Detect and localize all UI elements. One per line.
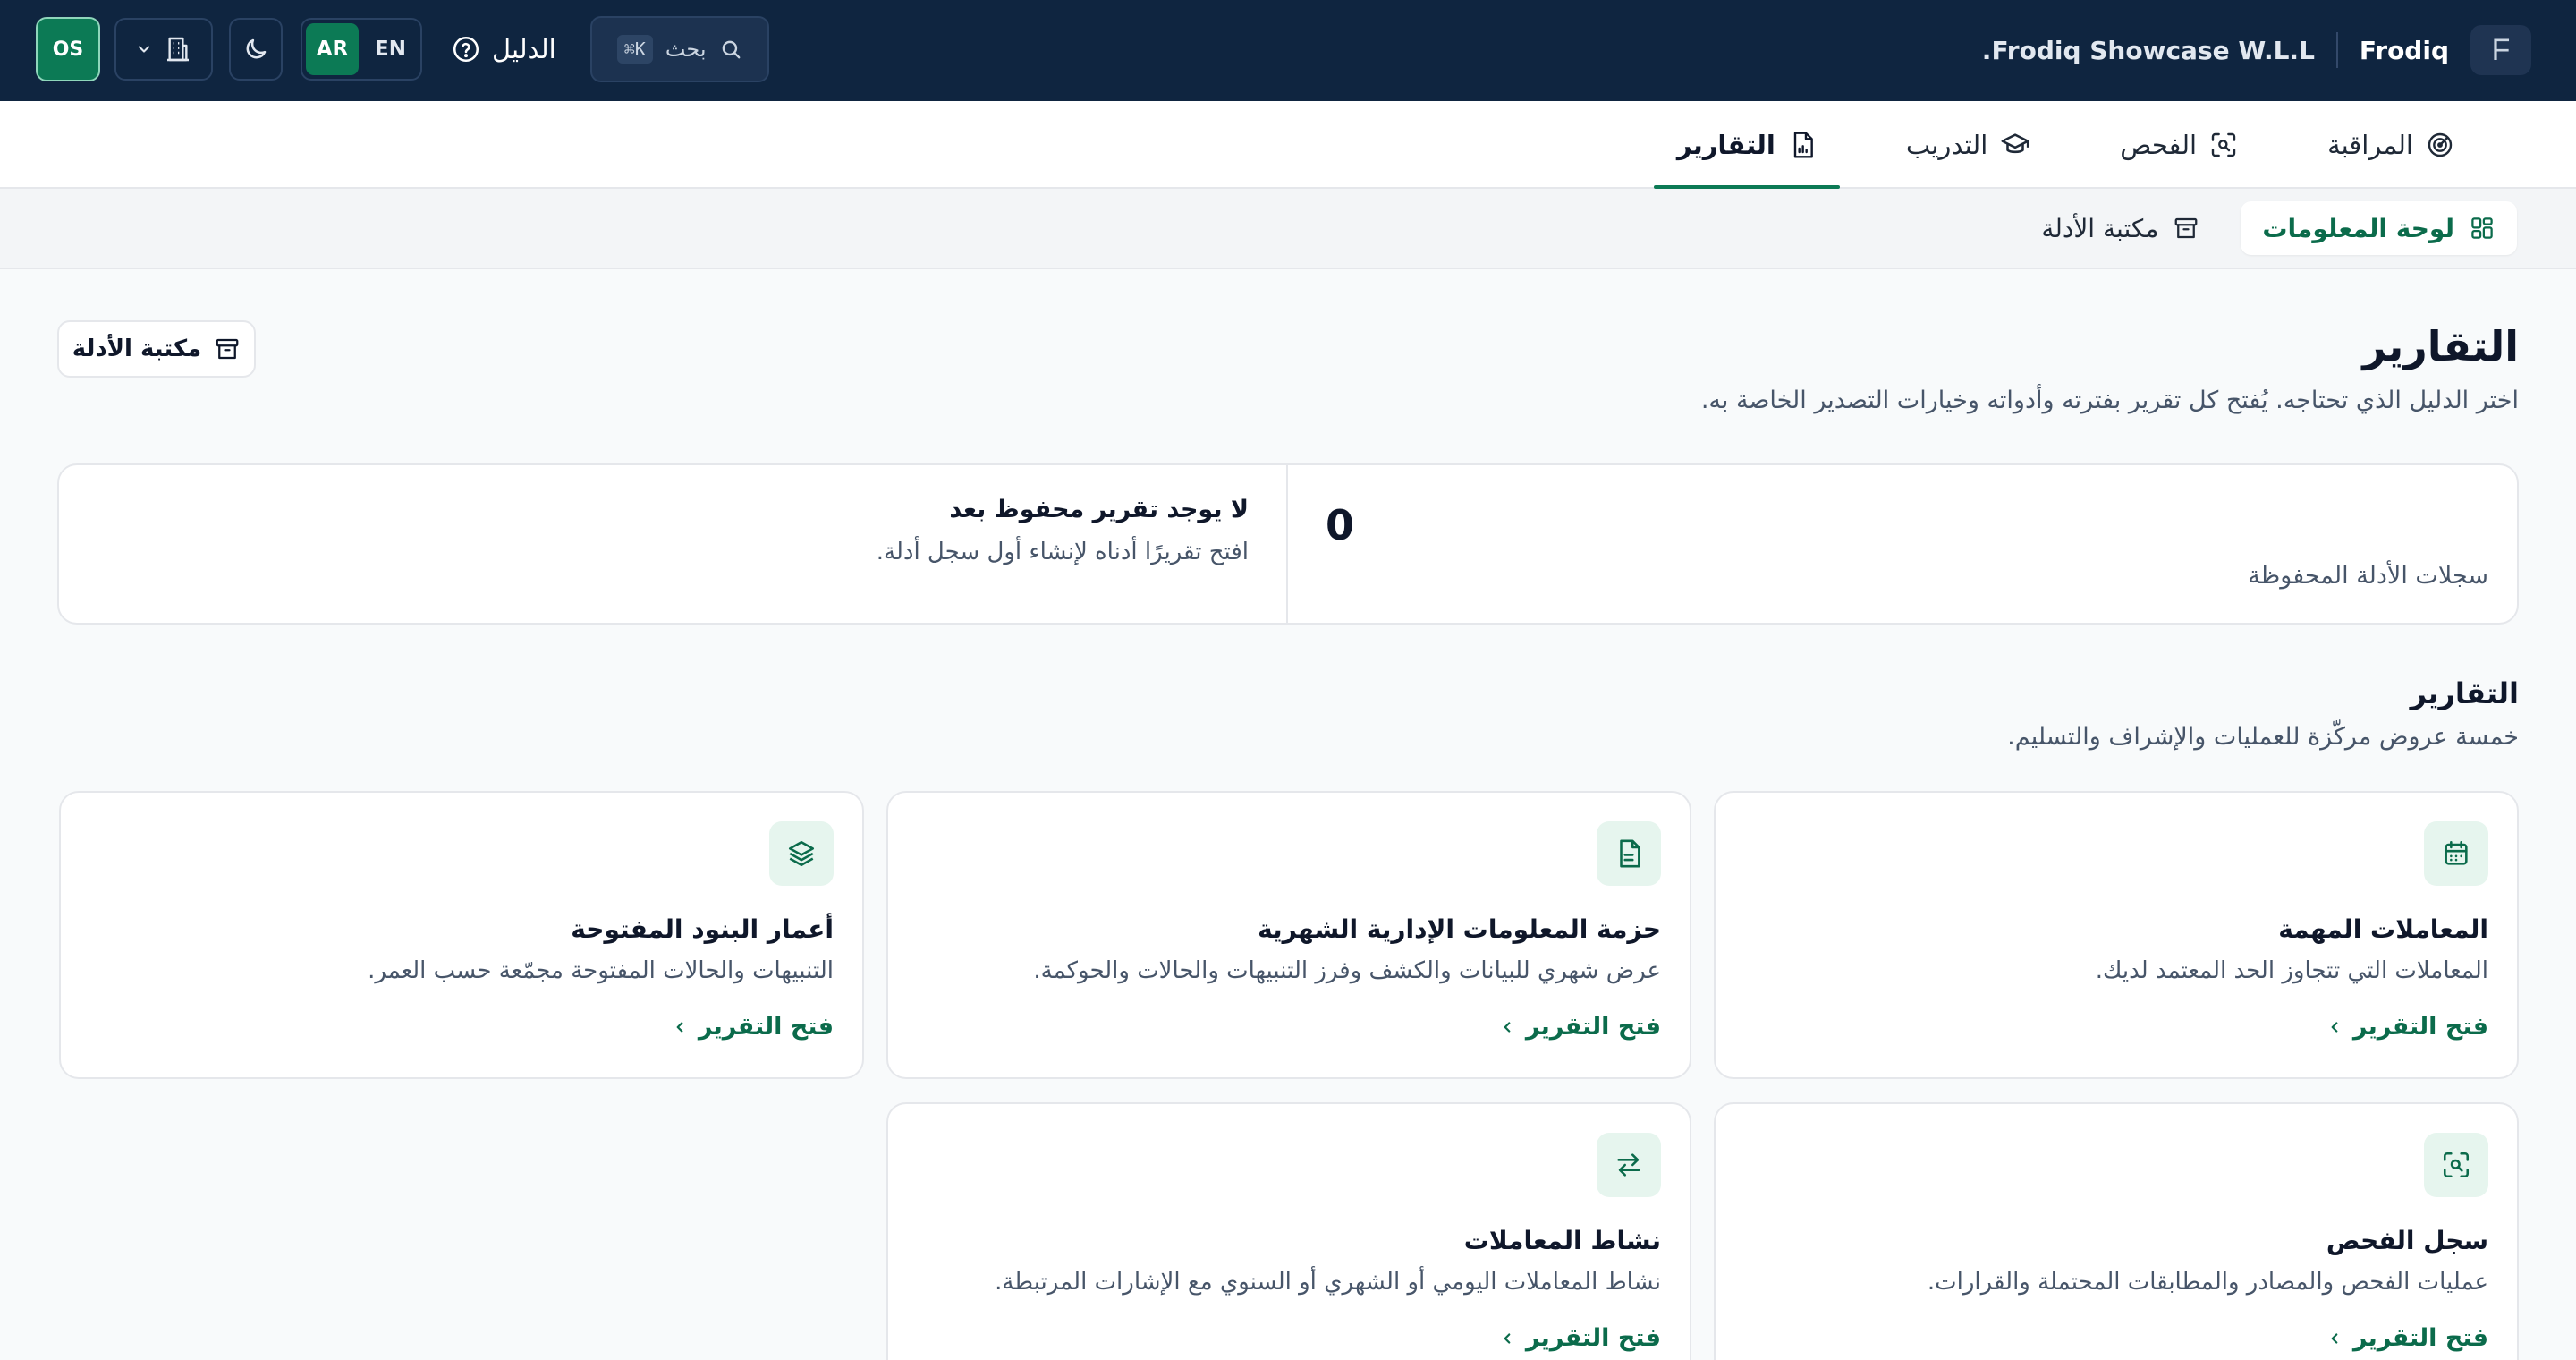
radar-icon [2426,131,2454,159]
language-switcher: AR EN [301,18,422,81]
organization-switcher[interactable] [114,18,213,81]
reports-section-title: التقارير [2410,676,2519,710]
archive-icon [2173,215,2199,242]
report-card-description: عمليات الفحص والمصادر والمطابقات المحتمل… [1927,1269,2488,1296]
search-icon [719,38,742,61]
subnav-label: مكتبة الأدلة [2041,213,2159,243]
company-name[interactable]: Frodiq Showcase W.L.L. [1982,36,2315,65]
building-icon [164,35,192,64]
tab-reports[interactable]: التقارير [1653,101,1840,189]
report-card-description: عرض شهري للبيانات والكشف وفرز التنبيهات … [1033,957,1661,984]
primary-tabs-bar: المراقبة الفحص التدريب التقارير [0,101,2576,189]
theme-toggle-button[interactable] [229,18,283,81]
subnav-items: لوحة المعلومات مكتبة الأدلة [2020,201,2517,255]
lang-ar-button[interactable]: AR [306,23,359,75]
search-button[interactable]: ⌘K بحث [589,16,769,82]
subnav-dashboard[interactable]: لوحة المعلومات [2241,201,2517,255]
report-card-title: نشاط المعاملات [1463,1226,1661,1255]
scan-icon [2209,131,2238,159]
report-card-description: نشاط المعاملات اليومي أو الشهري أو السنو… [995,1269,1661,1296]
open-report-link[interactable]: فتح التقرير [2326,1013,2488,1041]
open-report-link[interactable]: فتح التقرير [1499,1013,1661,1041]
saved-records-stat: 0 سجلات الأدلة المحفوظة [1286,465,2517,623]
moon-icon [242,36,269,63]
report-card-description: التنبيهات والحالات المفتوحة مجمّعة حسب ا… [368,957,834,984]
tab-screening[interactable]: الفحص [2097,101,2261,189]
tab-label: التقارير [1676,130,1775,160]
evidence-library-label: مكتبة الأدلة [72,336,202,362]
chevron-left-icon [2326,1019,2343,1035]
tab-label: التدريب [1905,130,1988,160]
brand-name: Frodiq [2359,35,2449,65]
open-report-label: فتح التقرير [2352,1324,2488,1352]
tab-label: المراقبة [2327,130,2413,160]
guide-label: الدليل [492,34,556,64]
saved-records-count: 0 [1325,501,1354,549]
document-icon [1597,821,1661,886]
chevron-down-icon [135,40,153,58]
saved-records-label: سجلات الأدلة المحفوظة [2248,562,2488,590]
report-file-icon [1788,131,1817,159]
transfer-arrows-icon [1597,1133,1661,1197]
page-subtitle: اختر الدليل الذي تحتاجه. يُفتح كل تقرير … [1700,387,2519,414]
report-card-title: المعاملات المهمة [2278,914,2488,944]
sub-navigation: لوحة المعلومات مكتبة الأدلة [0,189,2576,269]
guide-link[interactable]: الدليل [451,34,556,64]
page-title: التقارير [2362,322,2519,370]
report-card-transaction-activity[interactable]: نشاط المعاملات نشاط المعاملات اليومي أو … [886,1102,1691,1360]
open-report-label: فتح التقرير [1525,1324,1661,1352]
evidence-library-button[interactable]: مكتبة الأدلة [57,320,256,378]
chevron-left-icon [2326,1330,2343,1347]
chevron-left-icon [672,1019,688,1035]
scan-icon [2424,1133,2488,1197]
tab-training[interactable]: التدريب [1883,101,2054,189]
report-card-title: سجل الفحص [2326,1226,2488,1255]
reports-section-subtitle: خمسة عروض مركّزة للعمليات والإشراف والتس… [2007,723,2519,751]
topbar-tools: OS AR EN الدليل ⌘K بحث [36,16,769,82]
help-circle-icon [451,34,481,64]
report-card-title: حزمة المعلومات الإدارية الشهرية [1258,914,1661,944]
tab-label: الفحص [2120,130,2198,160]
layers-icon [769,821,834,886]
user-avatar-button[interactable]: OS [36,17,100,81]
primary-tabs: المراقبة الفحص التدريب التقارير [1611,101,2478,189]
brand-divider [2335,32,2338,68]
open-report-label: فتح التقرير [698,1013,834,1041]
report-card-screening-log[interactable]: سجل الفحص عمليات الفحص والمصادر والمطابق… [1714,1102,2519,1360]
search-shortcut: ⌘K [616,35,653,64]
subnav-evidence-library[interactable]: مكتبة الأدلة [2020,201,2221,255]
report-card-open-items-ageing[interactable]: أعمار البنود المفتوحة التنبيهات والحالات… [59,791,864,1079]
open-report-link[interactable]: فتح التقرير [672,1013,834,1041]
tab-monitoring[interactable]: المراقبة [2304,101,2478,189]
dashboard-grid-icon [2469,215,2496,242]
open-report-link[interactable]: فتح التقرير [2326,1324,2488,1352]
report-card-material-transactions[interactable]: المعاملات المهمة المعاملات التي تتجاوز ا… [1714,791,2519,1079]
chevron-left-icon [1499,1019,1515,1035]
graduation-cap-icon [2000,130,2030,160]
calendar-icon [2424,821,2488,886]
search-placeholder: بحث [665,37,707,62]
lang-en-button[interactable]: EN [364,23,417,75]
report-card-title: أعمار البنود المفتوحة [571,914,834,944]
empty-state-description: افتح تقريرًا أدناه لإنشاء أول سجل أدلة. [876,539,1249,565]
archive-icon [214,336,241,362]
top-bar: F Frodiq Frodiq Showcase W.L.L. OS AR EN [0,0,2576,101]
empty-state-title: لا يوجد تقرير محفوظ بعد [949,496,1249,523]
subnav-label: لوحة المعلومات [2262,213,2454,243]
brand: F Frodiq Frodiq Showcase W.L.L. [1982,25,2531,75]
open-report-label: فتح التقرير [2352,1013,2488,1041]
open-report-label: فتح التقرير [1525,1013,1661,1041]
app-logo[interactable]: F [2470,25,2531,75]
report-card-monthly-mi-pack[interactable]: حزمة المعلومات الإدارية الشهرية عرض شهري… [886,791,1691,1079]
evidence-stats-card: 0 سجلات الأدلة المحفوظة لا يوجد تقرير مح… [57,463,2519,625]
chevron-left-icon [1499,1330,1515,1347]
open-report-link[interactable]: فتح التقرير [1499,1324,1661,1352]
report-card-description: المعاملات التي تتجاوز الحد المعتمد لديك. [2095,957,2488,984]
